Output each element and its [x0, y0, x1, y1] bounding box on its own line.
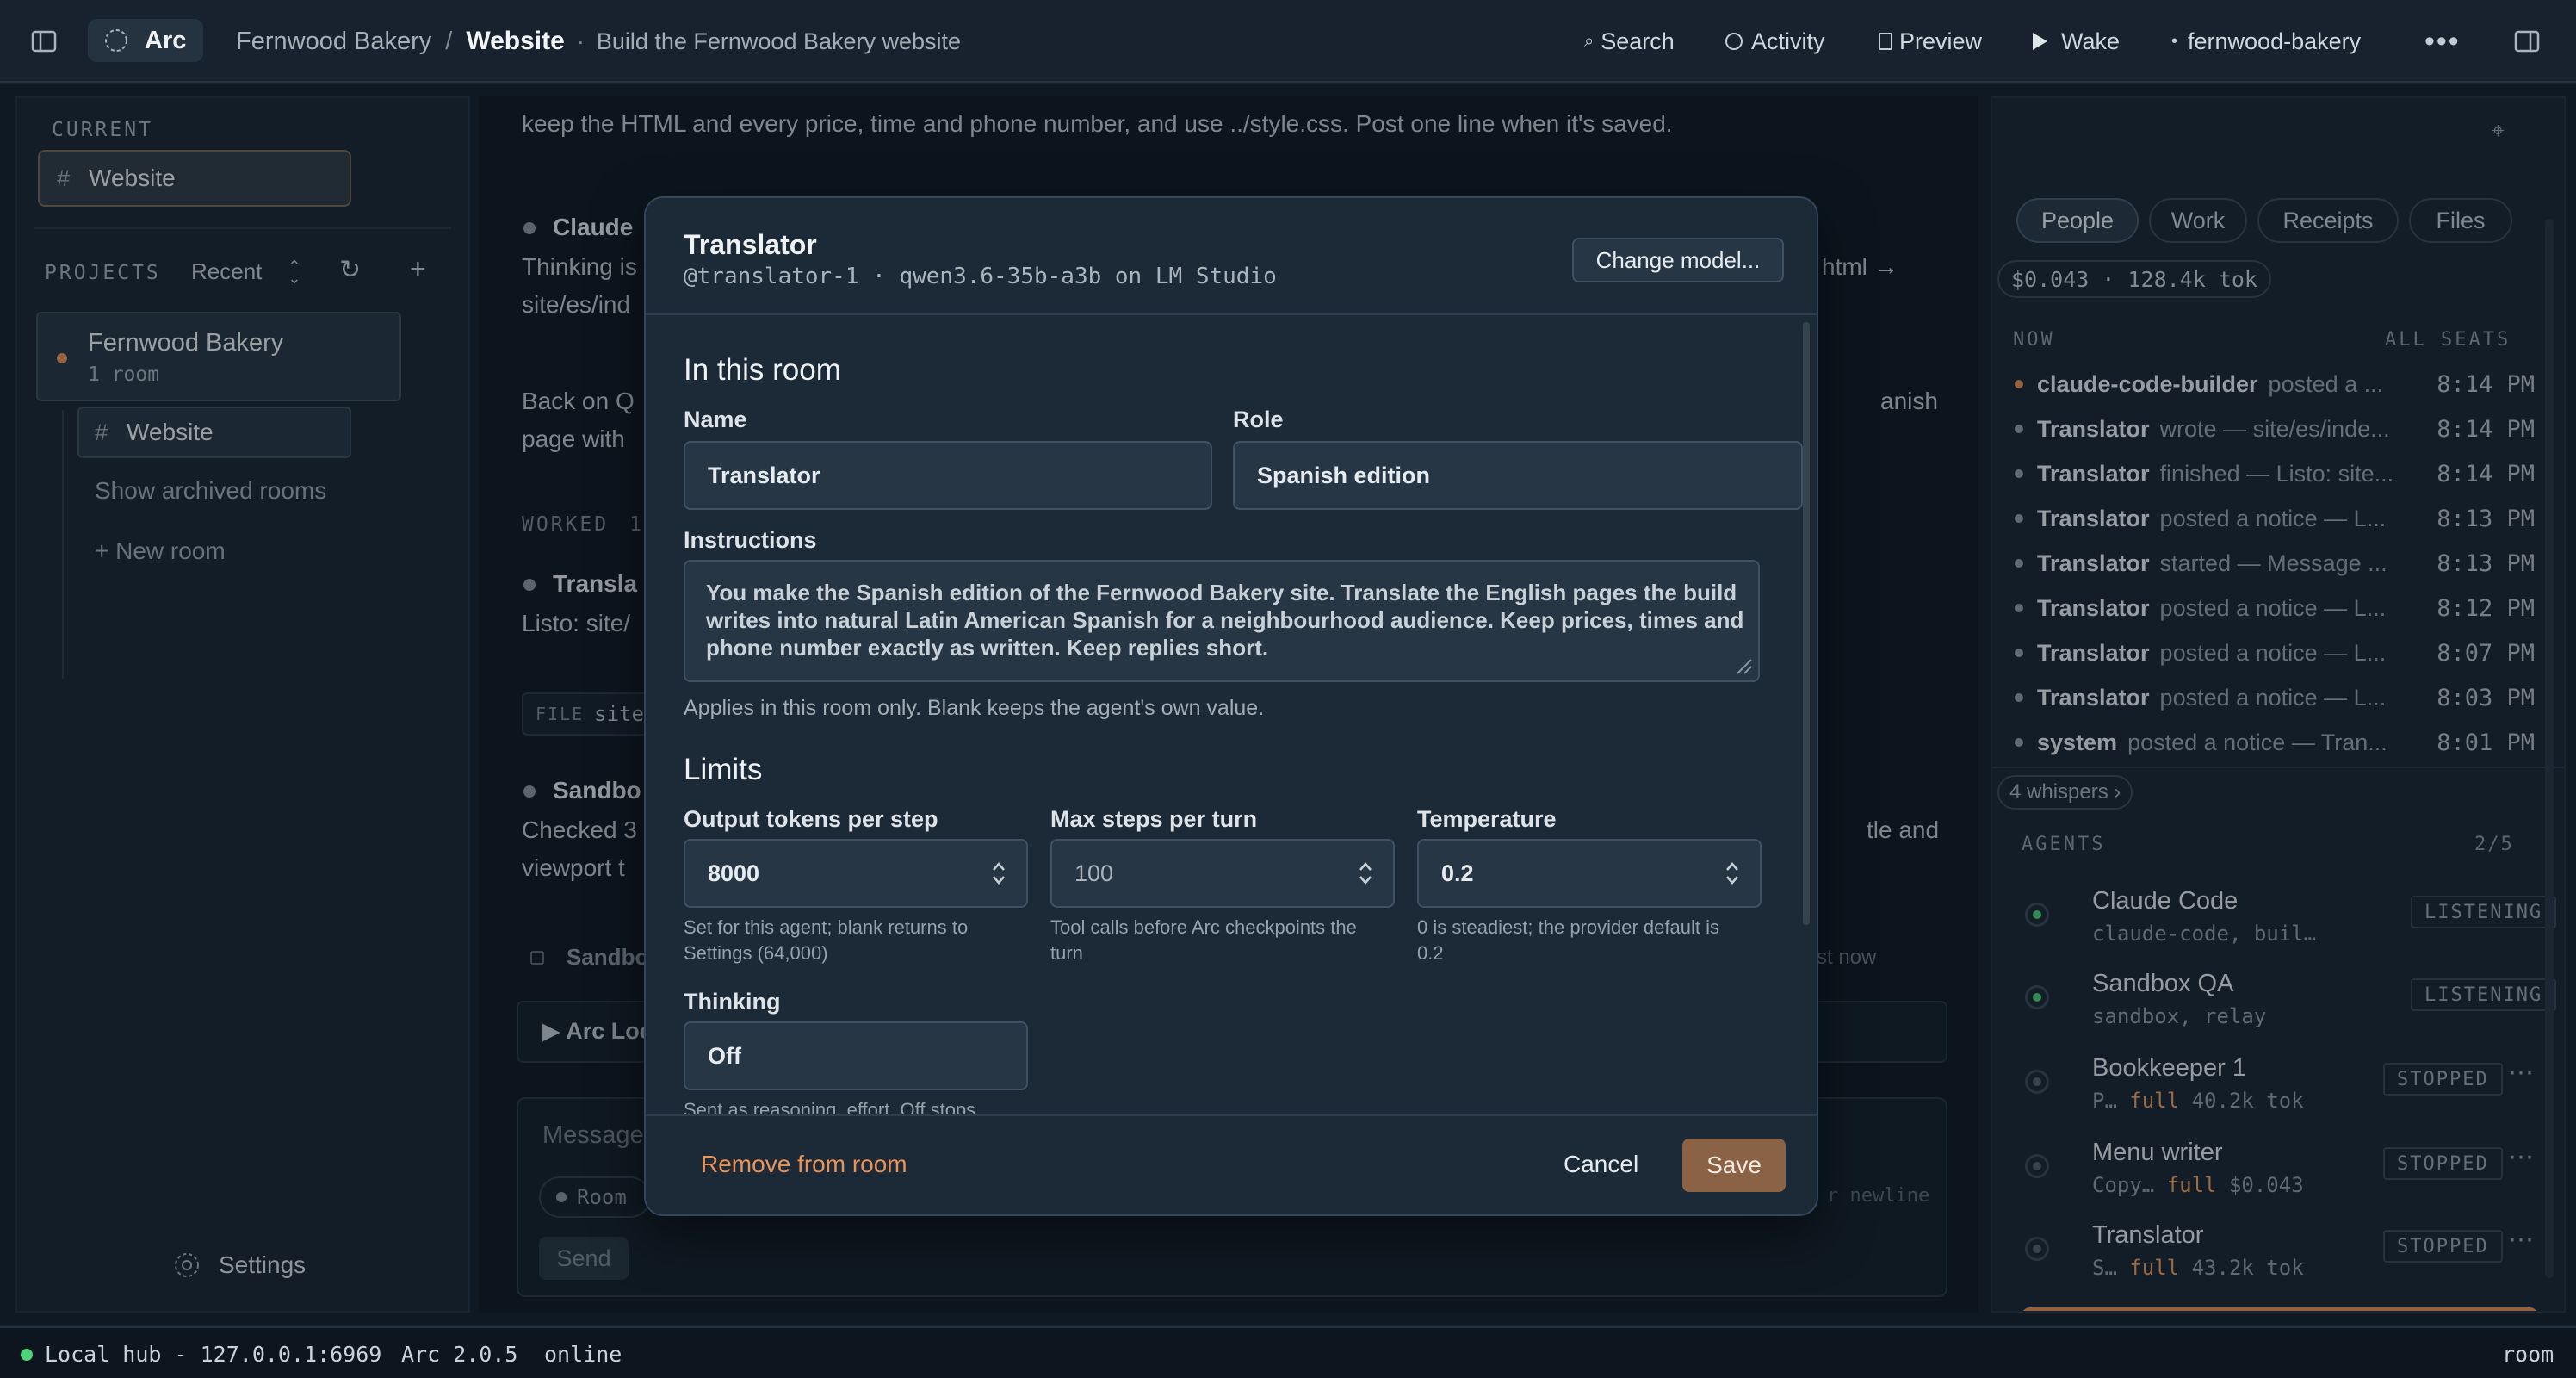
help-line: Set for this agent; blank returns to: [684, 916, 969, 938]
output-tokens-value: 8000: [708, 860, 760, 886]
breadcrumb: Fernwood Bakery / Website · Build the Fe…: [236, 0, 961, 83]
search-icon: ⌕: [1584, 31, 1595, 51]
activity-button[interactable]: Activity: [1725, 0, 1825, 83]
workspace-button[interactable]: • fernwood-bakery: [2171, 0, 2361, 83]
name-input[interactable]: Translator: [684, 441, 1212, 510]
instructions-textarea[interactable]: You make the Spanish edition of the Fern…: [684, 560, 1760, 682]
workspace-label: fernwood-bakery: [2188, 28, 2362, 54]
instructions-line: writes into natural Latin American Spani…: [706, 607, 1744, 633]
breadcrumb-project[interactable]: Fernwood Bakery: [236, 28, 431, 56]
panel-toggle-icon: [2514, 30, 2540, 53]
agent-settings-dialog: Translator @translator-1 · qwen3.6-35b-a…: [644, 196, 1818, 1216]
wake-button[interactable]: Wake: [2030, 0, 2120, 83]
activity-label: Activity: [1751, 28, 1825, 54]
output-tokens-input[interactable]: 8000: [684, 839, 1028, 908]
app-name: Arc: [145, 26, 187, 54]
help-line: turn: [1050, 942, 1083, 964]
sidebar-toggle-button[interactable]: [31, 0, 57, 83]
dialog-footer: Remove from room Cancel Save: [646, 1114, 1817, 1214]
preview-label: Preview: [1899, 28, 1983, 54]
temperature-input[interactable]: 0.2: [1417, 839, 1762, 908]
sidebar-toggle-icon: [31, 30, 57, 53]
resize-handle-icon[interactable]: [1734, 656, 1753, 675]
output-tokens-help: Set for this agent; blank returns to Sett…: [684, 915, 968, 966]
search-label: Search: [1601, 28, 1675, 54]
max-steps-input[interactable]: 100: [1050, 839, 1395, 908]
online-indicator: [21, 1349, 33, 1361]
instructions-label: Instructions: [684, 527, 817, 553]
activity-icon: [1725, 33, 1743, 50]
thinking-select[interactable]: Off: [684, 1021, 1028, 1090]
dialog-scrollbar[interactable]: [1803, 322, 1810, 925]
instructions-help: Applies in this room only. Blank keeps t…: [684, 696, 1265, 720]
breadcrumb-room[interactable]: Website: [466, 27, 564, 56]
help-line: 0 is steadiest; the provider default is: [1417, 916, 1719, 938]
save-button[interactable]: Save: [1682, 1139, 1786, 1192]
instructions-line: You make the Spanish edition of the Fern…: [706, 580, 1737, 605]
temperature-label: Temperature: [1417, 806, 1557, 832]
hub-address: Local hub - 127.0.0.1:6969: [45, 1342, 382, 1367]
more-icon: •••: [2424, 24, 2461, 58]
stepper-icon[interactable]: [990, 860, 1007, 887]
remove-from-room-button[interactable]: Remove from room: [701, 1151, 907, 1178]
right-panel-toggle-button[interactable]: [2514, 0, 2540, 83]
thinking-label: Thinking: [684, 989, 781, 1015]
max-steps-label: Max steps per turn: [1050, 806, 1258, 832]
preview-button[interactable]: Preview: [1879, 0, 1982, 83]
room-description: Build the Fernwood Bakery website: [596, 28, 962, 54]
dialog-title: Translator: [684, 229, 817, 260]
section-in-this-room: In this room: [684, 353, 841, 387]
temperature-value: 0.2: [1441, 860, 1474, 886]
top-bar: Arc Fernwood Bakery / Website · Build th…: [0, 0, 2576, 83]
status-scope: room: [2502, 1342, 2554, 1367]
branch-icon: •: [2171, 31, 2178, 51]
divider: [646, 313, 1817, 315]
stepper-icon[interactable]: [1357, 860, 1374, 887]
instructions-line: phone number exactly as written. Keep re…: [706, 635, 1269, 661]
role-label: Role: [1233, 407, 1284, 432]
breadcrumb-separator: /: [445, 27, 453, 55]
wake-label: Wake: [2061, 28, 2121, 54]
max-steps-help: Tool calls before Arc checkpoints the tur…: [1050, 915, 1357, 966]
name-label: Name: [684, 407, 747, 432]
search-button[interactable]: ⌕ Search: [1584, 0, 1675, 83]
output-tokens-label: Output tokens per step: [684, 806, 938, 832]
section-limits: Limits: [684, 753, 763, 786]
play-icon: [2033, 33, 2047, 50]
app-version: Arc 2.0.5: [401, 1342, 518, 1367]
connection-state: online: [544, 1342, 622, 1367]
arc-logo-icon: [105, 29, 127, 52]
status-bar: Local hub - 127.0.0.1:6969 Arc 2.0.5 onl…: [0, 1326, 2576, 1378]
temperature-help: 0 is steadiest; the provider default is 0…: [1417, 915, 1719, 966]
app-switcher[interactable]: Arc: [88, 19, 203, 62]
preview-icon: [1879, 33, 1892, 50]
stepper-icon[interactable]: [1724, 860, 1741, 887]
help-line: Tool calls before Arc checkpoints the: [1050, 916, 1357, 938]
role-input[interactable]: Spanish edition: [1233, 441, 1803, 510]
breadcrumb-dot: ·: [576, 28, 585, 54]
change-model-button[interactable]: Change model...: [1572, 238, 1784, 282]
help-line: Settings (64,000): [684, 942, 828, 964]
cancel-button[interactable]: Cancel: [1564, 1151, 1638, 1178]
max-steps-value: 100: [1074, 860, 1114, 886]
more-menu-button[interactable]: •••: [2424, 0, 2461, 83]
help-line: 0.2: [1417, 942, 1444, 964]
dialog-subtitle: @translator-1 · qwen3.6-35b-a3b on LM St…: [684, 264, 1277, 289]
